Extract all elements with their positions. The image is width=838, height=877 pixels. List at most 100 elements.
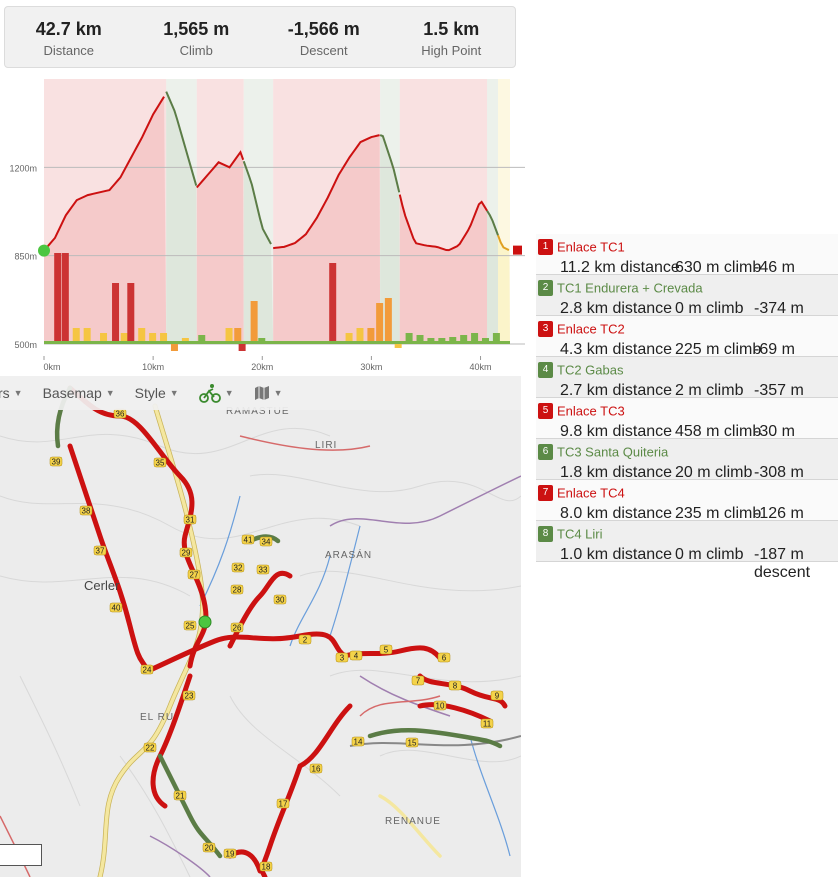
distance-unit: distance [612,300,673,317]
basemap-label: Basemap [42,385,102,401]
layers-label: rs [0,385,10,401]
stat-value: 1,565 m [163,19,230,39]
x-tick-label: 20km [251,362,273,372]
waypoint-number: 35 [156,459,165,468]
waypoint-number: 19 [226,850,235,859]
waypoint-number: 16 [312,765,321,774]
segment-number-badge: 3 [538,320,553,337]
segment-name[interactable]: TC3 Santa Quiteria [557,444,668,459]
waypoint-number: 37 [96,547,105,556]
segment-descent: -187 m descent [754,546,838,582]
grade-bar [112,283,120,343]
descent-value: -357 m [754,382,804,399]
segment-name[interactable]: TC1 Endurera + Crevada [557,280,703,295]
caret-down-icon: ▼ [169,388,179,398]
segment-number-badge: 1 [538,238,553,255]
descent-value: -69 m [754,341,795,358]
waypoint-number: 14 [354,738,363,747]
segment-name[interactable]: TC4 Liri [557,526,603,541]
descent-unit: descent [754,564,811,581]
segment-row[interactable]: 6 TC3 Santa Quiteria 1.8 km distance 20 m c… [536,439,838,499]
stat-label: High Point [421,43,482,58]
segment-area [196,152,244,344]
descent-value: -126 m [754,505,804,522]
folded-map-icon [254,386,269,400]
map-type-menu[interactable]: ▼ [254,386,283,400]
distance-value: 1.0 km [560,546,609,563]
y-tick-label: 1200m [9,163,37,173]
segment-name[interactable]: Enlace TC2 [557,321,625,336]
segment-row[interactable]: 2 TC1 Endurera + Crevada 2.8 km distance 0 … [536,275,838,335]
distance-unit: distance [612,423,673,440]
grade-bar [170,343,178,351]
waypoint-number: 11 [483,720,492,729]
distance-unit: distance [612,382,673,399]
waypoint-number: 23 [185,692,194,701]
stat-value: 1.5 km [423,19,480,39]
x-tick-label: 0km [43,362,60,372]
grade-bar [225,328,233,343]
stat-label: Descent [299,43,348,58]
waypoint-number: 39 [52,458,61,467]
waypoint-number: 3 [340,654,345,663]
segment-number-badge: 4 [538,361,553,378]
waypoint-number: 34 [262,538,271,547]
segment-number-badge: 2 [538,279,553,296]
basemap-menu[interactable]: Basemap ▼ [43,385,115,401]
segment-name[interactable]: Enlace TC3 [557,403,625,418]
grade-bar [238,343,246,351]
distance-value: 11.2 km [560,259,616,276]
distance-unit: distance [612,546,673,563]
y-tick-label: 500m [14,340,37,350]
stat-descent: -1,566 m Descent [260,7,388,67]
grade-bar [83,328,91,343]
style-menu[interactable]: Style ▼ [135,385,179,401]
start-marker-icon[interactable] [198,615,212,629]
layers-menu[interactable]: rs ▼ [0,385,23,401]
climb-unit: climb [706,546,744,563]
climb-unit: climb [706,300,744,317]
waypoint-number: 8 [453,682,458,691]
grade-bar [72,328,80,343]
waypoint-number: 31 [186,516,195,525]
waypoint-number: 4 [354,652,359,661]
stat-distance: 42.7 km Distance [5,7,133,67]
waypoint-number: 7 [416,677,421,686]
caret-down-icon: ▼ [273,388,283,398]
waypoint-number: 25 [186,622,195,631]
x-tick-label: 10km [142,362,164,372]
waypoint-number: 29 [182,549,191,558]
caret-down-icon: ▼ [105,388,115,398]
segment-number-badge: 8 [538,525,553,542]
segment-row[interactable]: 1 Enlace TC1 11.2 km distance 630 m climb -4… [536,234,838,294]
segment-name[interactable]: Enlace TC4 [557,485,625,500]
segment-number-badge: 7 [538,484,553,501]
route-map[interactable]: 2 3 4 5 6 7 8 9 10 11 14 15 16 17 18 19 20 21 22 23 24 25 26 27… [0,376,521,877]
distance-value: 2.8 km [560,300,609,317]
waypoint-number: 24 [143,666,152,675]
map-canvas[interactable]: 23 456789101114 1516171819202122232425 2627… [0,376,521,877]
elevation-profile-chart[interactable]: 1200m 850m 500m 0km 10km 20km 30km 40km [0,74,525,374]
descent-value: -374 m [754,300,804,317]
segment-number-badge: 6 [538,443,553,460]
waypoint-number: 22 [146,744,155,753]
grade-bar [356,328,364,343]
segment-name[interactable]: Enlace TC1 [557,239,625,254]
segment-row[interactable]: 5 Enlace TC3 9.8 km distance 458 m climb -30… [536,398,838,458]
cyclist-menu[interactable]: ▼ [198,383,234,403]
segment-number-badge: 5 [538,402,553,419]
waypoint-number: 26 [233,624,242,633]
segment-row[interactable]: 3 Enlace TC2 4.3 km distance 225 m climb -69… [536,316,838,376]
segment-row[interactable]: 4 TC2 Gabas 2.7 km distance 2 m climb -357 m… [536,357,838,417]
start-marker-icon [38,244,50,257]
waypoint-number: 38 [82,507,91,516]
segment-row[interactable]: 7 Enlace TC4 8.0 km distance 235 m climb -12… [536,480,838,540]
segment-name[interactable]: TC2 Gabas [557,362,623,377]
segment-row[interactable]: 8 TC4 Liri 1.0 km distance 0 m climb -187 m … [536,521,838,581]
caret-down-icon: ▼ [13,388,23,398]
climb-unit: climb [715,464,753,481]
stat-value: 42.7 km [35,19,102,39]
distance-unit: distance [620,259,680,276]
segment-list: 1 Enlace TC1 11.2 km distance 630 m climb -4… [536,234,838,581]
descent-value: -187 m [754,546,804,563]
